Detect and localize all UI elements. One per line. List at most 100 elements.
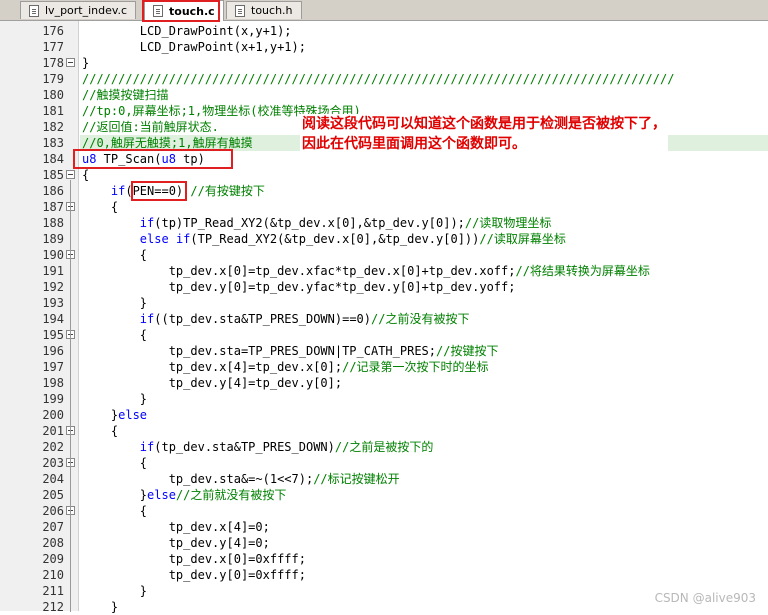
line-number: 212 — [42, 600, 64, 614]
annotation-line-1: 阅读这段代码可以知道这个函数是用于检测是否被按下了， — [302, 116, 666, 132]
code-line[interactable]: 211 } — [0, 583, 768, 599]
code-line[interactable]: 186 if(PEN==0) //有按键按下 — [0, 183, 768, 199]
code-line[interactable]: 210 tp_dev.y[0]=0xffff; — [0, 567, 768, 583]
code-line[interactable]: 196 tp_dev.sta=TP_PRES_DOWN|TP_CATH_PRES… — [0, 343, 768, 359]
code-line[interactable]: 176 LCD_DrawPoint(x,y+1); — [0, 23, 768, 39]
code-text: //返回值:当前触屏状态. — [82, 120, 219, 134]
code-text: tp_dev.x[0]=tp_dev.xfac*tp_dev.x[0]+tp_d… — [82, 264, 650, 278]
fold-toggle-icon[interactable] — [66, 170, 75, 179]
line-number: 196 — [42, 344, 64, 358]
c-file-icon — [29, 4, 39, 17]
code-text: } — [82, 600, 119, 614]
fold-guide — [70, 180, 71, 612]
code-text: tp_dev.y[4]=tp_dev.y[0]; — [82, 376, 343, 390]
code-line[interactable]: 205 }else//之前就没有被按下 — [0, 487, 768, 503]
code-line[interactable]: 209 tp_dev.x[0]=0xffff; — [0, 551, 768, 567]
code-line[interactable]: 206 { — [0, 503, 768, 519]
line-number: 193 — [42, 296, 64, 310]
line-number: 199 — [42, 392, 64, 406]
line-number: 200 — [42, 408, 64, 422]
line-number: 202 — [42, 440, 64, 454]
line-number: 198 — [42, 376, 64, 390]
watermark: CSDN @alive903 — [654, 591, 756, 605]
code-text: LCD_DrawPoint(x,y+1); — [82, 24, 292, 38]
code-line[interactable]: 202 if(tp_dev.sta&TP_PRES_DOWN)//之前是被按下的 — [0, 439, 768, 455]
line-number: 195 — [42, 328, 64, 342]
line-number: 194 — [42, 312, 64, 326]
line-number: 209 — [42, 552, 64, 566]
line-number: 192 — [42, 280, 64, 294]
code-editor[interactable]: 176 LCD_DrawPoint(x,y+1); 177 LCD_DrawPoi… — [0, 21, 768, 614]
code-text: tp_dev.y[0]=tp_dev.yfac*tp_dev.y[0]+tp_d… — [82, 280, 516, 294]
line-number: 184 — [42, 152, 64, 166]
code-text: { — [82, 248, 148, 262]
line-number: 176 — [42, 24, 64, 38]
code-line[interactable]: 191 tp_dev.x[0]=tp_dev.xfac*tp_dev.x[0]+… — [0, 263, 768, 279]
line-number: 183 — [42, 136, 64, 150]
code-text: if(tp_dev.sta&TP_PRES_DOWN)//之前是被按下的 — [139, 440, 434, 454]
code-line[interactable]: 201 { — [0, 423, 768, 439]
line-number: 210 — [42, 568, 64, 582]
code-line[interactable]: 190 { — [0, 247, 768, 263]
line-number: 179 — [42, 72, 64, 86]
code-text: { — [82, 168, 90, 182]
code-line[interactable]: 194 if((tp_dev.sta&TP_PRES_DOWN)==0)//之前… — [0, 311, 768, 327]
fold-toggle-icon[interactable] — [66, 58, 75, 67]
code-line[interactable]: 185 { — [0, 167, 768, 183]
code-text: { — [82, 424, 119, 438]
code-line[interactable]: 203 { — [0, 455, 768, 471]
code-line[interactable]: 179 /////////////////////////////////////… — [0, 71, 768, 87]
line-number: 182 — [42, 120, 64, 134]
line-number: 208 — [42, 536, 64, 550]
code-text: LCD_DrawPoint(x+1,y+1); — [82, 40, 306, 54]
code-line[interactable]: 204 tp_dev.sta&=~(1<<7);//标记按键松开 — [0, 471, 768, 487]
code-line[interactable]: 180 //触摸按键扫描 — [0, 87, 768, 103]
code-line[interactable]: 208 tp_dev.y[4]=0; — [0, 535, 768, 551]
line-number: 177 — [42, 40, 64, 54]
line-number: 178 — [42, 56, 64, 70]
code-text: { — [82, 328, 148, 342]
code-text: { — [82, 456, 148, 470]
line-number: 204 — [42, 472, 64, 486]
code-text: }else//之前就没有被按下 — [82, 488, 287, 502]
code-text: } — [82, 392, 148, 406]
code-text: if((tp_dev.sta&TP_PRES_DOWN)==0)//之前没有被按… — [139, 312, 470, 326]
function-signature-highlight — [73, 149, 233, 169]
code-line[interactable]: 189 else if(TP_Read_XY2(&tp_dev.x[0],&tp… — [0, 231, 768, 247]
code-text: }else — [82, 408, 148, 422]
code-line[interactable]: 198 tp_dev.y[4]=tp_dev.y[0]; — [0, 375, 768, 391]
line-number: 188 — [42, 216, 64, 230]
line-number: 189 — [42, 232, 64, 246]
tab-highlight-box — [142, 0, 220, 22]
code-line[interactable]: 212 } — [0, 599, 768, 615]
tab-label: touch.h — [251, 4, 293, 17]
code-text: tp_dev.sta=TP_PRES_DOWN|TP_CATH_PRES;//按… — [82, 344, 499, 358]
code-line[interactable]: 193 } — [0, 295, 768, 311]
tab-lv-port-indev[interactable]: lv_port_indev.c — [20, 1, 137, 19]
code-line[interactable]: 188 if(tp)TP_Read_XY2(&tp_dev.x[0],&tp_d… — [0, 215, 768, 231]
code-line[interactable]: 195 { — [0, 327, 768, 343]
code-line[interactable]: 187 { — [0, 199, 768, 215]
code-text: { — [82, 504, 148, 518]
tab-label: lv_port_indev.c — [45, 4, 128, 17]
code-line[interactable]: 207 tp_dev.x[4]=0; — [0, 519, 768, 535]
file-tab-bar: lv_port_indev.c touch.c touch.h — [0, 0, 768, 21]
code-line[interactable]: 178} — [0, 55, 768, 71]
tab-touch-h[interactable]: touch.h — [226, 1, 302, 19]
code-text: { — [82, 200, 119, 214]
line-number: 203 — [42, 456, 64, 470]
line-number: 181 — [42, 104, 64, 118]
code-text: if(tp)TP_Read_XY2(&tp_dev.x[0],&tp_dev.y… — [139, 216, 552, 230]
code-text: tp_dev.x[4]=0; — [82, 520, 270, 534]
code-text: tp_dev.x[4]=tp_dev.x[0];//记录第一次按下时的坐标 — [82, 360, 489, 374]
code-text: } — [82, 584, 148, 598]
code-line[interactable]: 177 LCD_DrawPoint(x+1,y+1); — [0, 39, 768, 55]
line-number: 201 — [42, 424, 64, 438]
line-number: 207 — [42, 520, 64, 534]
code-line[interactable]: 197 tp_dev.x[4]=tp_dev.x[0];//记录第一次按下时的坐… — [0, 359, 768, 375]
code-line[interactable]: 199 } — [0, 391, 768, 407]
line-number: 185 — [42, 168, 64, 182]
annotation-line-2: 因此在代码里面调用这个函数即可。 — [302, 136, 526, 152]
code-line[interactable]: 200 }else — [0, 407, 768, 423]
code-line[interactable]: 192 tp_dev.y[0]=tp_dev.yfac*tp_dev.y[0]+… — [0, 279, 768, 295]
